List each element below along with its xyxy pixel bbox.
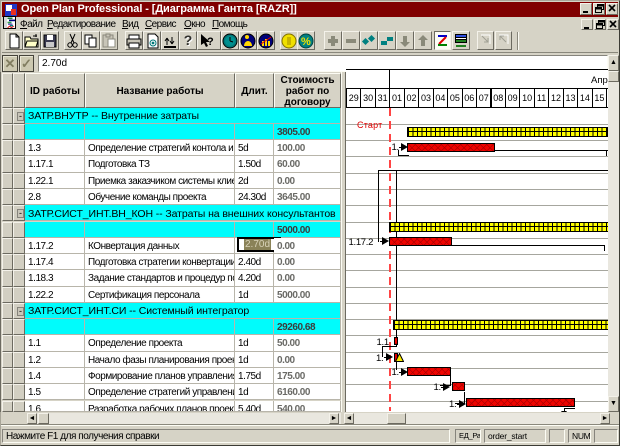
svg-text:%: % [301,36,311,48]
svg-text:?: ? [207,36,214,48]
